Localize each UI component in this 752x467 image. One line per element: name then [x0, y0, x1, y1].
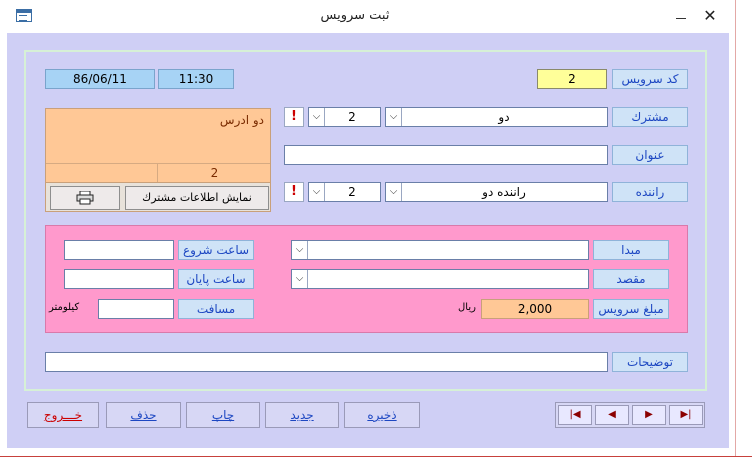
address-number: 2 [210, 166, 219, 180]
chevron-down-icon[interactable]: ⌵ [386, 183, 402, 201]
chevron-down-icon[interactable]: ⌵ [292, 270, 308, 288]
delete-button[interactable]: حذف [106, 402, 181, 428]
close-button[interactable]: ✕ [700, 6, 720, 26]
destination-label: مقصد [593, 269, 669, 289]
address-text: دو ادرس [219, 113, 264, 127]
customer-code-combo[interactable]: ⌵ 2 [308, 107, 381, 127]
service-amount-field: 2,000 [481, 299, 589, 319]
start-time-input[interactable] [64, 240, 174, 260]
address-cell [46, 164, 158, 182]
printer-icon [76, 190, 94, 205]
destination-value [309, 270, 586, 288]
next-record-button[interactable]: ▶ [632, 405, 666, 425]
driver-name-value: راننده دو [482, 185, 526, 199]
prev-record-button[interactable]: ◀ [595, 405, 629, 425]
chevron-down-icon[interactable]: ⌵ [309, 183, 325, 201]
record-navigator: |◀ ◀ ▶ ▶| [555, 402, 705, 428]
driver-code-value: 2 [348, 185, 356, 199]
start-time-label: ساعت شروع [178, 240, 254, 260]
time-field: 11:30 [158, 69, 234, 89]
driver-label: راننده [612, 182, 688, 202]
amount-unit: ريال [458, 302, 476, 313]
date-field: 86/06/11 [45, 69, 155, 89]
origin-value [309, 241, 586, 259]
customer-name-value: دو [498, 110, 510, 124]
chevron-down-icon[interactable]: ⌵ [292, 241, 308, 259]
minimize-button[interactable] [672, 8, 690, 26]
title-label: عنوان [612, 145, 688, 165]
new-button[interactable]: جديد [265, 402, 339, 428]
driver-name-combo[interactable]: ⌵ راننده دو [385, 182, 608, 202]
window-title: ثبت سرويس [320, 8, 390, 23]
show-customer-info-button[interactable]: نمايش اطلاعات مشترك [125, 186, 269, 210]
first-record-button[interactable]: |◀ [558, 405, 592, 425]
end-time-input[interactable] [64, 269, 174, 289]
destination-combo[interactable]: ⌵ [291, 269, 589, 289]
distance-label: مسافت [178, 299, 254, 319]
distance-input[interactable] [98, 299, 174, 319]
title-bar: ثبت سرويس ✕ [0, 0, 752, 32]
chevron-down-icon[interactable]: ⌵ [386, 108, 402, 126]
form-frame [24, 50, 707, 391]
chevron-down-icon[interactable]: ⌵ [309, 108, 325, 126]
customer-warning-icon[interactable]: ! [284, 107, 304, 127]
last-record-button[interactable]: ▶| [669, 405, 703, 425]
customer-label: مشترك [612, 107, 688, 127]
exit-button[interactable]: خـــروج [27, 402, 99, 428]
customer-code-value: 2 [348, 110, 356, 124]
service-window: ثبت سرويس ✕ 86/06/11 11:30 2 كد سرويس ! … [0, 0, 752, 467]
print-button[interactable]: چاپ [186, 402, 260, 428]
origin-combo[interactable]: ⌵ [291, 240, 589, 260]
distance-unit: كيلومتر [49, 302, 80, 313]
notes-input[interactable] [45, 352, 608, 372]
driver-code-combo[interactable]: ⌵ 2 [308, 182, 381, 202]
driver-warning-icon[interactable]: ! [284, 182, 304, 202]
customer-name-combo[interactable]: ⌵ دو [385, 107, 608, 127]
window-border [0, 456, 752, 457]
origin-label: مبدا [593, 240, 669, 260]
end-time-label: ساعت پايان [178, 269, 254, 289]
service-code-label: كد سرويس [612, 69, 688, 89]
title-input[interactable] [284, 145, 608, 165]
window-border-right [735, 0, 736, 456]
print-customer-button[interactable] [50, 186, 120, 210]
service-amount-label: مبلغ سرويس [593, 299, 669, 319]
notes-label: توضيحات [612, 352, 688, 372]
service-code-input[interactable]: 2 [537, 69, 607, 89]
save-button[interactable]: ذخيره [344, 402, 420, 428]
